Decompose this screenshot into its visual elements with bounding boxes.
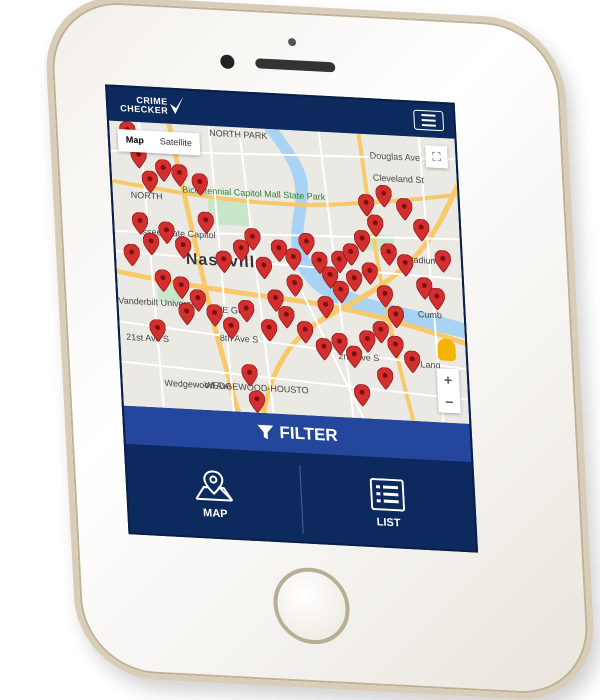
crime-pin-icon[interactable] (154, 159, 172, 182)
street-view-pegman-icon[interactable] (437, 338, 457, 362)
crime-pin-icon[interactable] (206, 303, 223, 327)
crime-pin-icon[interactable] (428, 287, 446, 311)
crime-pin-icon[interactable] (241, 363, 258, 387)
bottom-navigation: MAP LIST (125, 443, 477, 553)
crime-pin-icon[interactable] (244, 227, 261, 251)
crime-pin-icon[interactable] (403, 350, 421, 374)
map-type-map[interactable]: Map (117, 129, 152, 153)
zoom-control: + − (436, 368, 461, 414)
zoom-out-button[interactable]: − (438, 390, 461, 413)
crime-pin-icon[interactable] (191, 173, 209, 196)
crime-checker-logo[interactable]: CRIME CHECKER (119, 93, 184, 118)
crime-pin-icon[interactable] (396, 253, 414, 277)
crime-pin-icon[interactable] (366, 214, 384, 238)
crime-pin-icon[interactable] (131, 211, 149, 235)
crime-pin-icon[interactable] (296, 320, 314, 344)
crime-pin-icon[interactable] (123, 243, 141, 267)
nav-map-label: MAP (202, 507, 228, 521)
crime-pin-icon[interactable] (248, 390, 266, 414)
app-screen: CRIME CHECKER Bicentennial Capitol Mall … (105, 84, 479, 553)
map-pin-icon (195, 470, 234, 502)
nav-list-button[interactable]: LIST (299, 453, 476, 553)
menu-icon-bar (421, 124, 436, 127)
crime-pin-icon[interactable] (375, 184, 393, 208)
crime-pin-icon[interactable] (255, 256, 273, 280)
crime-pin-icon[interactable] (142, 232, 160, 256)
crime-pin-icon[interactable] (345, 269, 363, 293)
crime-pin-icon[interactable] (197, 211, 215, 235)
crime-map[interactable]: Bicentennial Capitol Mall State Park NOR… (108, 120, 470, 424)
crime-pin-icon[interactable] (395, 197, 413, 221)
crime-pin-icon[interactable] (215, 250, 233, 274)
crime-pin-icon[interactable] (376, 367, 394, 390)
menu-button[interactable] (413, 109, 445, 132)
crime-pin-icon[interactable] (178, 302, 196, 326)
map-type-toggle: Map Satellite (117, 129, 201, 156)
crime-pin-icon[interactable] (353, 383, 371, 407)
crime-pin-icon[interactable] (158, 221, 175, 245)
crime-pin-icon[interactable] (260, 318, 278, 342)
crime-pin-icon[interactable] (154, 269, 172, 293)
filter-funnel-icon (257, 424, 274, 440)
crime-pin-icon[interactable] (315, 337, 333, 361)
logo-text: CRIME CHECKER (120, 95, 169, 116)
crime-pin-icon[interactable] (174, 236, 192, 260)
crime-pin-icon[interactable] (172, 276, 190, 300)
crime-pin-icon[interactable] (380, 243, 398, 266)
nav-map-button[interactable]: MAP (126, 444, 303, 545)
crime-pin-icon[interactable] (286, 274, 304, 298)
front-camera (220, 54, 235, 70)
zoom-in-button[interactable]: + (437, 368, 460, 391)
logo-line-2: CHECKER (120, 103, 169, 116)
crime-pin-icon[interactable] (267, 289, 284, 313)
checkmark-icon (169, 96, 184, 115)
list-icon (369, 477, 405, 512)
crime-pin-icon[interactable] (387, 335, 404, 359)
crime-pin-icon[interactable] (149, 318, 166, 342)
crime-pin-icon[interactable] (376, 284, 394, 308)
filter-label: FILTER (278, 422, 339, 446)
phone-device: CRIME CHECKER Bicentennial Capitol Mall … (42, 0, 598, 700)
crime-pin-icon[interactable] (170, 163, 188, 187)
menu-icon-bar (421, 114, 436, 117)
crime-pin-icon[interactable] (412, 218, 430, 242)
map-type-satellite[interactable]: Satellite (151, 131, 200, 156)
crime-pin-icon[interactable] (361, 262, 379, 285)
nav-list-label: LIST (376, 516, 401, 530)
crime-pin-icon[interactable] (222, 316, 240, 340)
menu-icon-bar (421, 119, 436, 122)
label-cumb: Cumb (417, 309, 443, 321)
fullscreen-icon[interactable]: ⛶ (424, 145, 449, 169)
crime-pin-icon[interactable] (387, 305, 405, 329)
crime-pin-icon[interactable] (434, 249, 452, 273)
crime-pin-icon[interactable] (317, 295, 335, 319)
crime-pin-icon[interactable] (237, 299, 255, 323)
phone-sensor (287, 37, 297, 47)
crime-pin-icon[interactable] (357, 193, 375, 217)
